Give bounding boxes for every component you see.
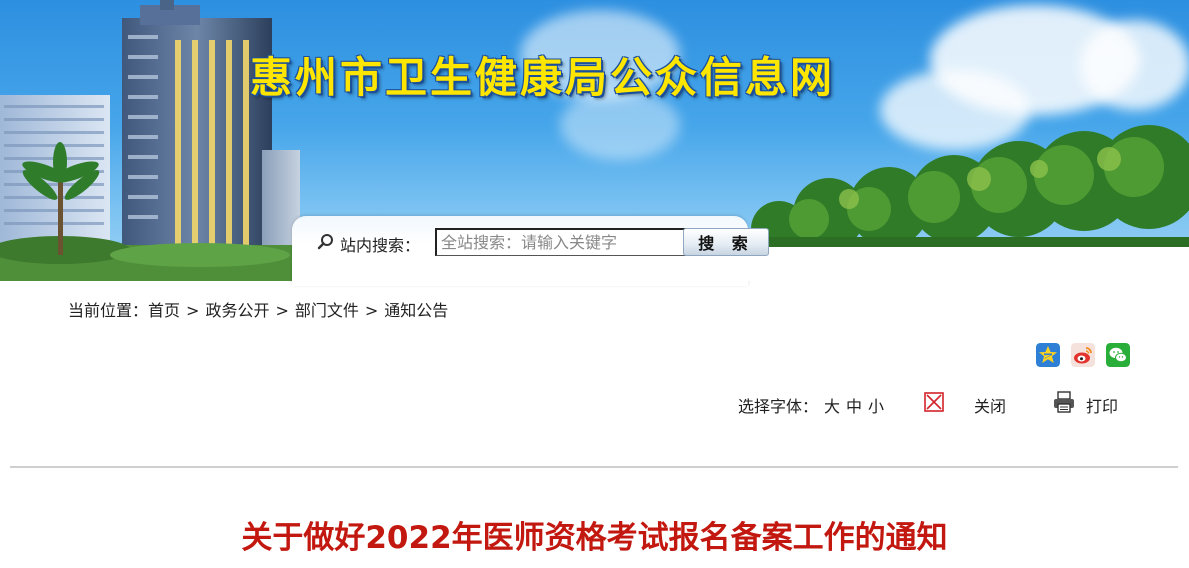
close-link[interactable]: 关闭 [974, 393, 1006, 417]
site-title: 惠州市卫生健康局公众信息网 [250, 53, 836, 102]
font-size-label: 选择字体： [738, 397, 819, 416]
breadcrumb-separator: > [275, 301, 289, 320]
close-icon[interactable] [924, 392, 944, 412]
breadcrumb-separator: > [364, 301, 379, 320]
search-input[interactable] [435, 228, 688, 256]
search-button[interactable]: 搜 索 [683, 228, 769, 256]
tree-line-illustration [739, 125, 1189, 249]
breadcrumb-department-files-link[interactable]: 部门文件 [295, 301, 359, 320]
print-link[interactable]: 打印 [1086, 393, 1118, 417]
breadcrumb-separator: > [186, 301, 200, 320]
article-title: 关于做好2022年医师资格考试报名备案工作的通知 [241, 520, 948, 556]
wechat-icon[interactable] [1106, 343, 1130, 367]
search-strip [748, 247, 1189, 281]
search-label: 站内搜索： [340, 236, 421, 255]
cloud-decoration [1080, 20, 1189, 110]
magnifier-icon [317, 234, 333, 250]
qzone-icon[interactable] [1036, 343, 1060, 367]
content-divider [10, 466, 1178, 468]
breadcrumb: 当前位置：首页 > 政务公开 > 部门文件 > 通知公告 [68, 297, 448, 321]
breadcrumb-public-affairs-link[interactable]: 政务公开 [205, 301, 269, 320]
breadcrumb-prefix: 当前位置： [68, 301, 149, 320]
weibo-icon[interactable] [1071, 343, 1095, 367]
breadcrumb-notices-link[interactable]: 通知公告 [384, 301, 448, 320]
font-size-large[interactable]: 大 [824, 397, 840, 416]
printer-icon[interactable] [1052, 391, 1076, 413]
font-size-medium[interactable]: 中 [846, 397, 862, 416]
breadcrumb-home-link[interactable]: 首页 [148, 301, 180, 320]
font-size-selector: 选择字体： 大中小 [738, 393, 884, 417]
city-buildings-illustration [0, 0, 300, 281]
font-size-small[interactable]: 小 [868, 397, 884, 416]
